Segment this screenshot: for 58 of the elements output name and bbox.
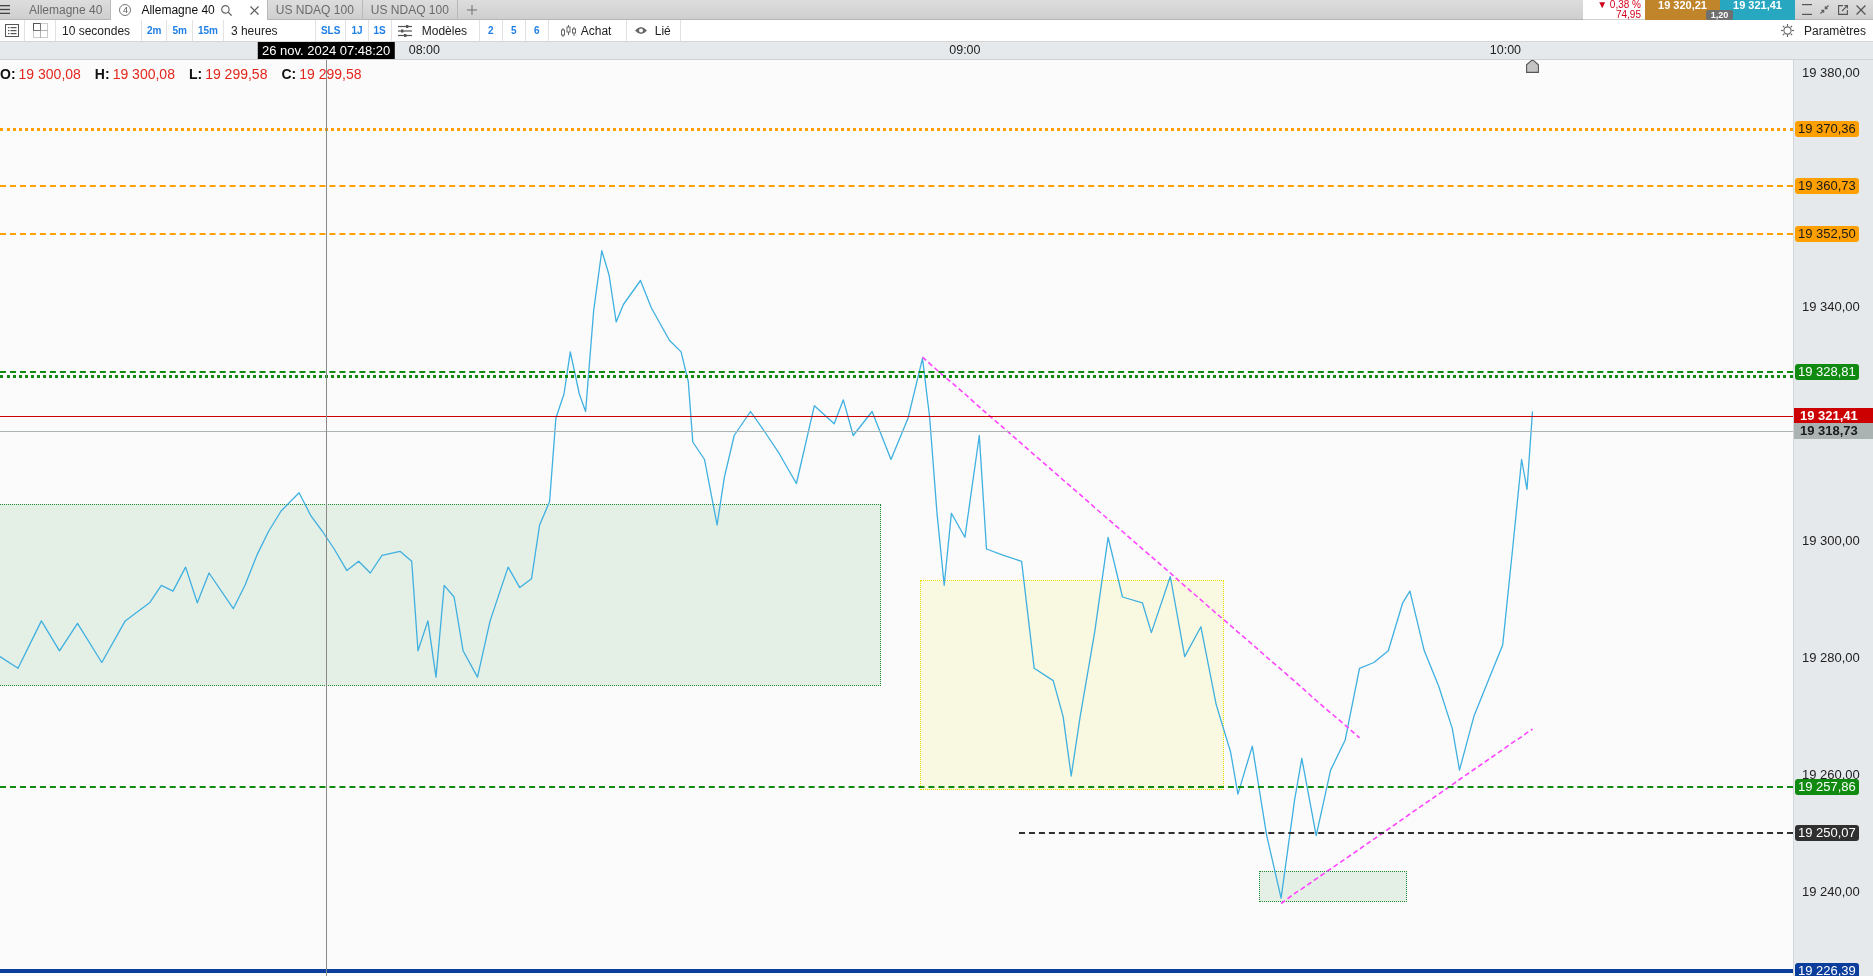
period-shortcut-button[interactable]: 1S: [368, 20, 392, 41]
time-axis-label: 09:00: [949, 42, 981, 59]
period-shortcut-button[interactable]: SLS: [315, 20, 347, 41]
close-icon[interactable]: [249, 5, 259, 15]
price-axis-label: 19 300,00: [1802, 533, 1860, 548]
change-points-text: 74,95: [1615, 9, 1641, 19]
level-price-label: 19 328,81: [1795, 364, 1859, 381]
price-axis-label: 19 260,00: [1802, 767, 1860, 782]
template-slot-button[interactable]: 5: [502, 20, 526, 41]
external-window-icon[interactable]: [1837, 4, 1848, 15]
ohlc-label: L:: [188, 66, 203, 82]
price-axis-label: 19 340,00: [1802, 299, 1860, 314]
level-price-label: 19 257,86: [1795, 779, 1859, 796]
current-price-label: 19 318,73: [1794, 423, 1873, 440]
ohlc-value: 19 299,58: [205, 66, 268, 82]
current-price-label: 19 321,41: [1794, 407, 1873, 424]
interval-shortcut-button[interactable]: 2m: [142, 20, 168, 41]
interval-shortcut-button[interactable]: 15m: [192, 20, 224, 41]
sliders-icon: [397, 24, 412, 37]
settings-icon: [1780, 24, 1794, 37]
level-price-label: 19 370,36: [1795, 121, 1859, 138]
close-icon[interactable]: [1855, 4, 1866, 15]
order-button[interactable]: Achat: [548, 20, 627, 41]
period-shortcut-button[interactable]: 1J: [346, 20, 369, 41]
ohlc-value: 19 300,08: [18, 66, 81, 82]
list-icon[interactable]: [5, 24, 19, 37]
price-axis-label: 19 380,00: [1802, 65, 1860, 80]
candlestick-icon: [560, 24, 576, 37]
settings-button[interactable]: Paramètres: [1780, 20, 1873, 41]
template-slot-button[interactable]: 6: [525, 20, 549, 41]
period-dropdown[interactable]: 3 heures: [223, 20, 316, 41]
ohlc-value: 19 299,58: [299, 66, 362, 82]
time-axis-label: 08:00: [408, 42, 440, 59]
menu-icon[interactable]: [0, 5, 10, 14]
minimize-icon[interactable]: [1802, 4, 1813, 15]
layout-grid-icon[interactable]: [32, 23, 48, 38]
ohlc-label: O:: [0, 66, 16, 82]
interval-shortcut-button[interactable]: 5m: [167, 20, 193, 41]
template-slot-button[interactable]: 2: [479, 20, 503, 41]
eye-icon: [634, 26, 647, 35]
cursor-time-label: 26 nov. 2024 07:48:20: [257, 42, 395, 59]
price-axis-label: 19 280,00: [1802, 650, 1860, 665]
search-icon[interactable]: [220, 4, 232, 16]
spread-badge: 1,20: [1706, 10, 1733, 20]
level-price-label: 19 360,73: [1795, 177, 1859, 194]
ohlc-value: 19 300,08: [112, 66, 175, 82]
level-price-label: 19 352,50: [1795, 225, 1859, 242]
time-axis-label: 10:00: [1489, 42, 1522, 59]
collapse-arrows-icon[interactable]: [1820, 5, 1830, 14]
change-percent-text: ▼ 0,38 %: [1597, 0, 1641, 10]
ohlc-label: H:: [94, 66, 110, 82]
interval-dropdown[interactable]: 10 secondes: [56, 20, 142, 41]
price-axis-label: 19 240,00: [1802, 884, 1860, 899]
tab[interactable]: 4 Allemagne 40: [111, 0, 268, 20]
level-price-label: 19 250,07: [1795, 824, 1859, 841]
link-button[interactable]: Lié: [626, 20, 681, 41]
templates-button[interactable]: Modèles: [391, 20, 480, 41]
ohlc-label: C:: [281, 66, 297, 82]
